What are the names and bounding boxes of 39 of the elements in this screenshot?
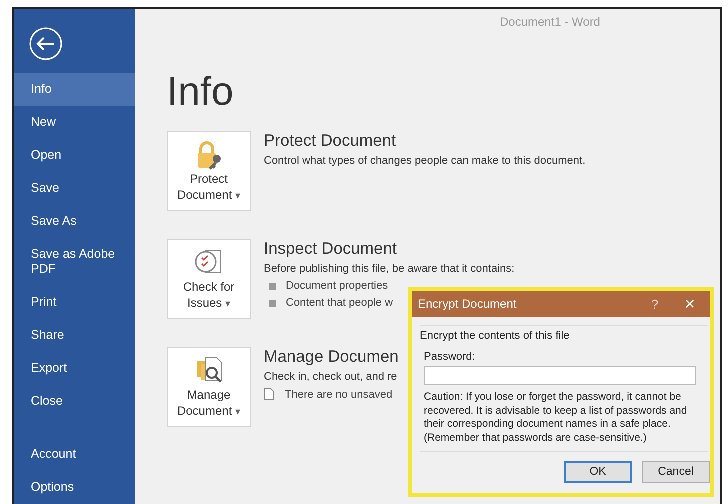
section-heading: Protect Document <box>264 132 396 151</box>
sidebar-item[interactable]: New <box>14 106 135 139</box>
cancel-button[interactable]: Cancel <box>642 461 710 483</box>
sidebar-item[interactable]: Export <box>14 352 135 385</box>
password-label: Password: <box>424 351 476 363</box>
section-heading: Manage Documen <box>264 348 399 367</box>
sidebar-item[interactable]: Save as Adobe PDF <box>14 238 135 286</box>
manage-tile-button[interactable]: Manage Document ▾ <box>167 347 251 427</box>
password-field[interactable] <box>424 366 696 385</box>
caret-icon: ▾ <box>226 299 231 310</box>
ok-button[interactable]: OK <box>564 461 632 483</box>
sidebar-item[interactable]: Options <box>14 471 135 504</box>
section-heading: Inspect Document <box>264 240 397 259</box>
sidebar-item[interactable]: Info <box>14 73 135 106</box>
sidebar-item[interactable]: Share <box>14 319 135 352</box>
bullet-icon <box>269 282 276 290</box>
sidebar-item[interactable]: Open <box>14 139 135 172</box>
sidebar-item[interactable]: Account <box>14 438 135 471</box>
protect-tile-button[interactable]: Protect Document ▾ <box>167 131 251 211</box>
bullet-text: Content that people w <box>286 297 394 309</box>
bullet-text: Document properties <box>286 280 388 292</box>
section-description: Before publishing this file, be aware that it contains: <box>264 263 515 275</box>
close-button[interactable]: × <box>670 294 710 314</box>
sidebar-item[interactable]: Close <box>14 385 135 418</box>
sidebar-item[interactable]: Print <box>14 286 135 319</box>
caution-text: Caution: If you lose or forget the password, it cannot be recovered. It is advisable to keep a list of passwords and their corresponding document names in a safe place. (Remember that passwords are case-sensitive.) <box>424 391 688 445</box>
page-title: Info <box>167 69 234 115</box>
caret-icon: ▾ <box>236 191 241 202</box>
inspect-tile-button[interactable]: Check for Issues ▾ <box>167 239 251 319</box>
page-icon <box>264 388 275 401</box>
sidebar-item[interactable]: Save As <box>14 205 135 238</box>
sidebar-item[interactable]: Save <box>14 172 135 205</box>
section-description: Control what types of changes people can make to this document. <box>264 155 586 167</box>
bullet-text: There are no unsaved <box>285 388 393 400</box>
bullet-icon <box>269 300 276 306</box>
section-description: Check in, check out, and re <box>264 371 398 383</box>
window-title: Document1 - Word <box>500 15 600 29</box>
dialog-title: Encrypt Document <box>418 297 518 311</box>
caret-icon: ▾ <box>236 407 241 418</box>
